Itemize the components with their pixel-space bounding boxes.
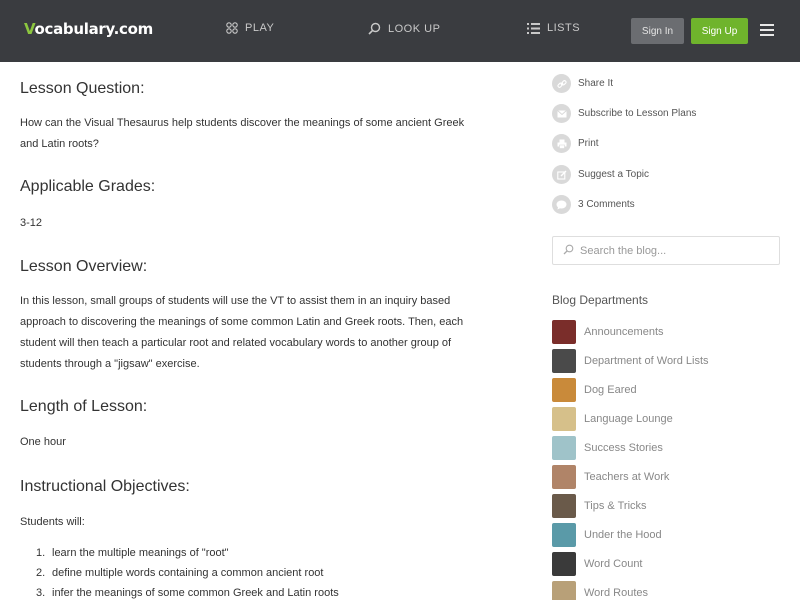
list-icon [527, 22, 540, 34]
share-it-link[interactable]: Share It [552, 74, 613, 93]
suggest-topic-label: Suggest a Topic [578, 169, 649, 180]
department-label: Word Count [584, 558, 643, 570]
list-item-text: define multiple words containing a commo… [52, 567, 324, 579]
length-of-lesson-text: One hour [20, 436, 66, 448]
lesson-overview-heading: Lesson Overview: [20, 258, 148, 275]
department-thumbnail [552, 407, 576, 431]
blog-department-item[interactable]: Dog Eared [552, 378, 637, 402]
list-item-text: infer the meanings of some common Greek … [52, 587, 339, 599]
lesson-overview-line1: In this lesson, small groups of students… [20, 295, 451, 307]
nav-lists-label: LISTS [547, 22, 581, 34]
department-label: Language Lounge [584, 413, 673, 425]
department-thumbnail [552, 349, 576, 373]
edit-icon [552, 165, 571, 184]
comments-link[interactable]: 3 Comments [552, 195, 635, 214]
blog-department-item[interactable]: Language Lounge [552, 407, 673, 431]
lesson-overview-line3: student will then teach a particular roo… [20, 337, 452, 349]
lesson-question-text-line1: How can the Visual Thesaurus help studen… [20, 117, 465, 129]
subscribe-label: Subscribe to Lesson Plans [578, 108, 697, 119]
search-icon [563, 244, 574, 258]
nav-look-up[interactable]: LOOK UP [368, 22, 440, 35]
objectives-list: 1. learn the multiple meanings of "root" … [36, 543, 339, 600]
list-item: 1. learn the multiple meanings of "root" [36, 543, 339, 563]
blog-search-box [552, 236, 780, 265]
nav-look-up-label: LOOK UP [388, 22, 441, 35]
department-label: Under the Hood [584, 529, 662, 541]
applicable-grades-text: 3-12 [20, 217, 43, 229]
subscribe-link[interactable]: Subscribe to Lesson Plans [552, 104, 696, 123]
logo-v: V [24, 20, 35, 38]
blog-department-item[interactable]: Word Count [552, 552, 643, 576]
lesson-overview-line2: approach to discovering the meanings of … [20, 316, 464, 328]
blog-department-item[interactable]: Under the Hood [552, 523, 662, 547]
nav-play-label: PLAY [245, 22, 275, 34]
print-label: Print [578, 138, 599, 149]
department-thumbnail [552, 378, 576, 402]
suggest-topic-link[interactable]: Suggest a Topic [552, 165, 649, 184]
lesson-overview-line4: students through a "jigsaw" exercise. [20, 358, 200, 370]
department-label: Department of Word Lists [584, 355, 709, 367]
department-thumbnail [552, 465, 576, 489]
play-grid-icon [226, 22, 238, 34]
sign-up-button[interactable]: Sign Up [691, 18, 748, 44]
blog-department-item[interactable]: Announcements [552, 320, 664, 344]
department-label: Dog Eared [584, 384, 637, 396]
lesson-question-text-line2: and Latin roots? [20, 138, 99, 150]
length-of-lesson-heading: Length of Lesson: [20, 398, 148, 415]
instructional-objectives-heading: Instructional Objectives: [20, 478, 190, 495]
hamburger-menu-icon[interactable] [760, 24, 774, 36]
applicable-grades-heading: Applicable Grades: [20, 178, 156, 195]
lesson-question-heading: Lesson Question: [20, 80, 145, 97]
blog-departments-title: Blog Departments [552, 293, 649, 307]
department-thumbnail [552, 581, 576, 600]
link-icon [552, 74, 571, 93]
list-item-number: 2. [36, 567, 46, 579]
department-thumbnail [552, 494, 576, 518]
department-label: Teachers at Work [584, 471, 670, 483]
department-label: Announcements [584, 326, 664, 338]
nav-play[interactable]: PLAY [226, 22, 274, 34]
comments-label: 3 Comments [578, 199, 635, 210]
department-thumbnail [552, 552, 576, 576]
search-icon [368, 22, 381, 35]
sign-in-button[interactable]: Sign In [631, 18, 684, 44]
printer-icon [552, 134, 571, 153]
department-label: Tips & Tricks [584, 500, 647, 512]
nav-lists[interactable]: LISTS [527, 22, 580, 34]
department-thumbnail [552, 320, 576, 344]
list-item: 3. infer the meanings of some common Gree… [36, 583, 339, 600]
share-it-label: Share It [578, 78, 614, 89]
print-link[interactable]: Print [552, 134, 599, 153]
top-navigation-bar: Vocabulary.com PLAY LOOK UP LISTS Sign I… [0, 0, 800, 62]
envelope-icon [552, 104, 571, 123]
list-item: 2. define multiple words containing a com… [36, 563, 339, 583]
blog-department-item[interactable]: Teachers at Work [552, 465, 669, 489]
blog-department-item[interactable]: Tips & Tricks [552, 494, 647, 518]
blog-department-item[interactable]: Success Stories [552, 436, 663, 460]
list-item-number: 3. [36, 587, 46, 599]
department-thumbnail [552, 436, 576, 460]
comment-bubble-icon [552, 195, 571, 214]
list-item-text: learn the multiple meanings of "root" [52, 547, 229, 559]
list-item-number: 1. [36, 547, 46, 559]
logo-text: ocabulary.com [34, 20, 154, 38]
blog-department-item[interactable]: Word Routes [552, 581, 648, 600]
blog-search-input[interactable] [580, 244, 770, 257]
department-label: Success Stories [584, 442, 663, 454]
department-thumbnail [552, 523, 576, 547]
vocabulary-logo[interactable]: Vocabulary.com [24, 20, 153, 38]
blog-department-item[interactable]: Department of Word Lists [552, 349, 709, 373]
objectives-intro: Students will: [20, 516, 85, 528]
department-label: Word Routes [584, 587, 648, 599]
